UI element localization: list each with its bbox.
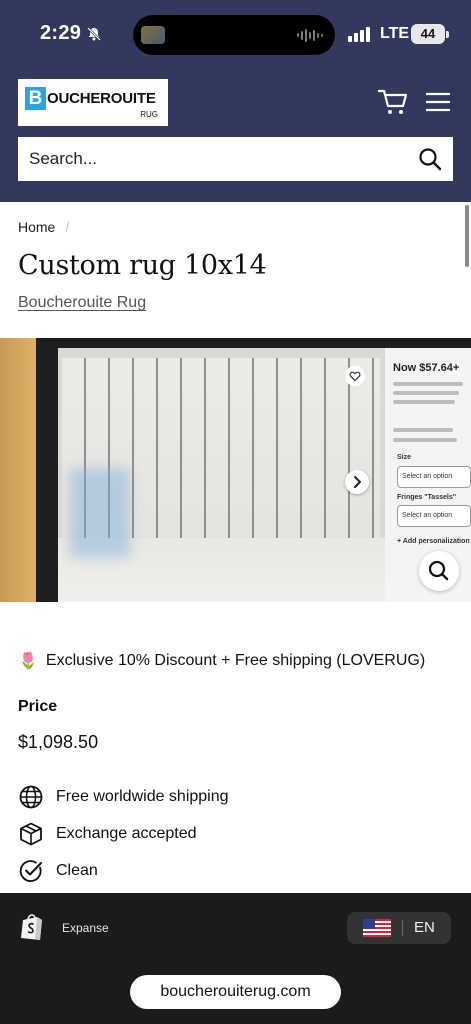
language-code: EN (414, 919, 435, 936)
theme-name: Expanse (62, 921, 109, 935)
address-bar[interactable]: boucherouiterug.com (130, 975, 341, 1009)
box-icon (20, 822, 42, 846)
battery-indicator: 44 (411, 24, 449, 44)
dynamic-island[interactable] (133, 15, 335, 55)
zoom-icon[interactable] (419, 551, 459, 591)
price-value: $1,098.50 (18, 732, 99, 752)
audio-wave-icon (297, 28, 323, 42)
language-selector[interactable]: EN (347, 912, 451, 944)
photo-text-line (393, 428, 453, 432)
photo-add-personalization: + Add personalization (397, 538, 470, 545)
shopify-bag-icon[interactable] (20, 914, 44, 941)
now-playing-thumbnail (141, 26, 165, 44)
photo-monitor-top (36, 338, 471, 348)
language-divider (402, 920, 403, 936)
search-input[interactable]: Search... (18, 137, 453, 181)
us-flag-icon (363, 919, 391, 937)
photo-size-option: Select an option (402, 473, 453, 480)
breadcrumb-home[interactable]: Home (18, 219, 55, 235)
photo-price-text: Now $57.64+ (393, 362, 460, 374)
feature-label: Free worldwide shipping (56, 788, 229, 805)
check-circle-icon (19, 860, 42, 882)
breadcrumb: Home / (18, 219, 69, 235)
feature-clean: Clean (18, 858, 98, 884)
globe-icon (19, 785, 43, 809)
feature-label: Exchange accepted (56, 825, 197, 842)
logo-name: OUCHEROUITE (47, 90, 156, 107)
price-label: Price (18, 698, 58, 715)
promo-text: Exclusive 10% Discount + Free shipping (… (45, 652, 426, 669)
status-time: 2:29 (40, 22, 82, 44)
cart-icon[interactable] (378, 88, 408, 116)
photo-fringes-option: Select an option (402, 512, 453, 519)
photo-text-line (393, 400, 455, 404)
feature-label: Clean (56, 862, 98, 879)
logo-subtitle: RUG (140, 110, 158, 119)
photo-text-line (393, 438, 457, 442)
hamburger-menu-icon[interactable] (425, 91, 451, 113)
site-header: B OUCHEROUITE RUG Search... (0, 68, 471, 202)
signal-icon (348, 27, 370, 42)
photo-fringes-label: Fringes "Tassels" (397, 494, 457, 501)
search-icon[interactable] (418, 147, 442, 171)
network-type: LTE (380, 25, 410, 42)
photo-monitor-bezel (36, 338, 58, 602)
search-placeholder: Search... (29, 149, 98, 168)
product-image[interactable]: Now $57.64+ Size Select an option Fringe… (0, 338, 471, 602)
photo-text-line (393, 382, 463, 386)
store-logo[interactable]: B OUCHEROUITE RUG (18, 79, 168, 126)
feature-exchange: Exchange accepted (18, 821, 197, 847)
breadcrumb-separator: / (65, 219, 70, 235)
logo-letter: B (25, 87, 46, 110)
photo-text-line (393, 391, 459, 395)
feature-shipping: Free worldwide shipping (18, 784, 229, 810)
page-scrollbar[interactable] (465, 205, 469, 267)
promo-banner: 🌷 Exclusive 10% Discount + Free shipping… (18, 651, 425, 671)
tulip-icon: 🌷 (18, 653, 38, 670)
product-vendor-link[interactable]: Boucherouite Rug (18, 294, 146, 312)
status-bar: 2:29 LTE 44 (0, 0, 471, 68)
heart-icon (345, 366, 365, 386)
carousel-next-button[interactable] (345, 470, 369, 494)
browser-footer: Expanse EN boucherouiterug.com (0, 893, 471, 1024)
photo-glare (70, 468, 130, 558)
photo-size-label: Size (397, 454, 412, 461)
product-title: Custom rug 10x14 (18, 250, 267, 281)
silent-bell-icon (87, 27, 101, 41)
